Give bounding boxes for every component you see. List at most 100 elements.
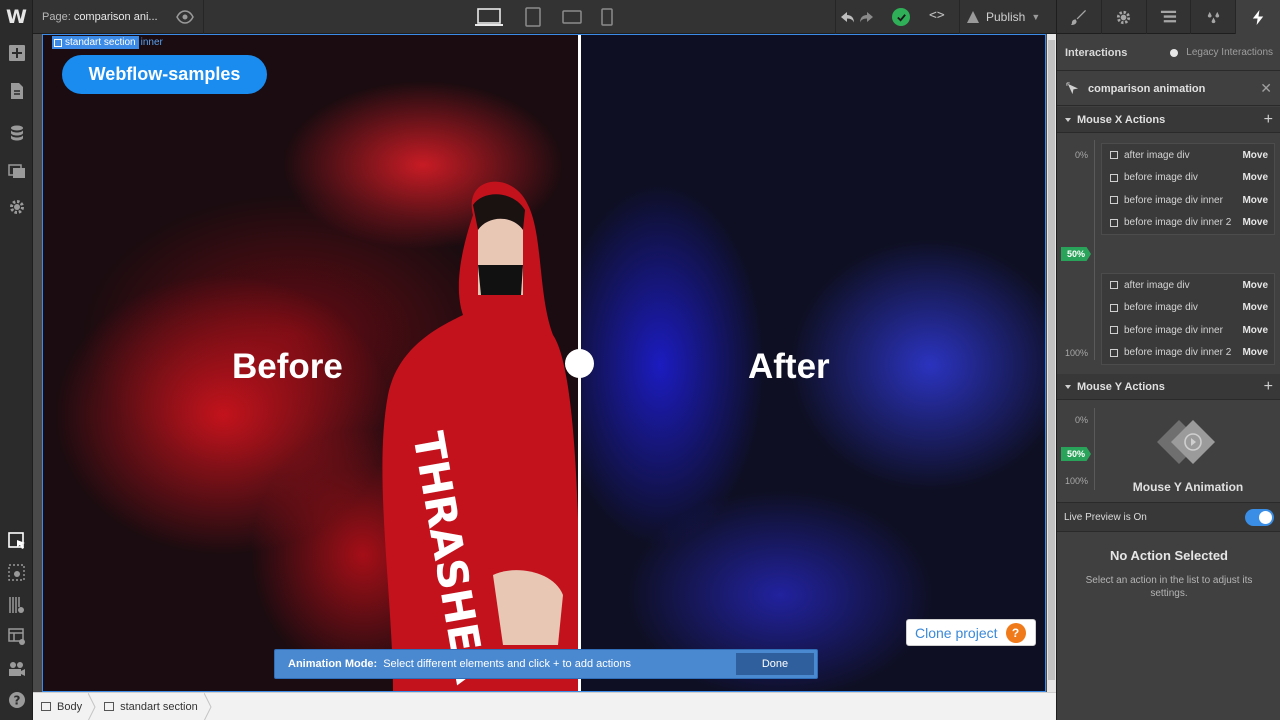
canvas-scrollbar-thumb[interactable] — [1048, 40, 1055, 680]
section-element-icon — [104, 702, 115, 711]
list-item[interactable]: before image div Move — [1102, 167, 1274, 190]
top-toolbar: Page: comparison ani... <> Publish ▼ — [33, 0, 1056, 34]
live-preview-label: Live Preview is On — [1064, 511, 1147, 523]
add-panel-icon[interactable] — [6, 42, 27, 63]
action-type: Move — [1242, 302, 1268, 314]
list-item[interactable]: before image div inner 2 Move — [1102, 342, 1274, 365]
after-label: After — [748, 347, 830, 386]
mobile-portrait-breakpoint-icon[interactable] — [599, 6, 615, 28]
animation-mode-bar: Animation Mode: Select different element… — [274, 649, 818, 679]
action-target: after image div — [1124, 149, 1190, 161]
cms-database-icon[interactable] — [6, 122, 27, 143]
list-item[interactable]: before image div inner 2 Move — [1102, 212, 1274, 235]
breadcrumb-item[interactable]: Body — [33, 692, 96, 720]
legacy-interactions-label: Legacy Interactions — [1186, 47, 1273, 58]
right-panel: Interactions Legacy Interactions compari… — [1056, 0, 1280, 720]
assets-icon[interactable] — [6, 160, 27, 181]
site-status-check-icon[interactable] — [892, 8, 910, 26]
selected-element-name: standart section — [65, 37, 136, 48]
selected-element-label: standart section inner — [52, 36, 163, 49]
interactions-header: Interactions Legacy Interactions — [1057, 35, 1280, 71]
close-icon[interactable]: ✕ — [1260, 80, 1272, 97]
divider — [959, 0, 960, 34]
timeline-100-label: 100% — [1064, 476, 1088, 486]
divider — [203, 0, 204, 34]
settings-gear-icon[interactable] — [6, 196, 27, 217]
mouse-x-actions-header[interactable]: Mouse X Actions + — [1057, 107, 1280, 133]
live-preview-row: Live Preview is On — [1057, 502, 1280, 532]
undo-redo-icon[interactable] — [839, 9, 875, 25]
clone-project-label: Clone project — [915, 624, 998, 641]
timeline-50-badge[interactable]: 50% — [1061, 247, 1091, 261]
action-type: Move — [1242, 347, 1268, 359]
element-box-icon — [1110, 303, 1118, 312]
timeline-50-badge[interactable]: 50% — [1061, 447, 1091, 461]
help-icon[interactable]: ? — [6, 689, 27, 710]
mobile-landscape-breakpoint-icon[interactable] — [560, 6, 584, 28]
done-button[interactable]: Done — [736, 653, 814, 675]
breadcrumb-label: standart section — [120, 700, 198, 713]
trigger-name: comparison animation — [1088, 82, 1206, 95]
add-action-plus-icon[interactable]: + — [1264, 378, 1273, 396]
element-box-icon — [1110, 281, 1118, 290]
style-brush-icon[interactable] — [1057, 0, 1102, 34]
list-item[interactable]: before image div inner Move — [1102, 319, 1274, 342]
list-item[interactable]: after image div Move — [1102, 274, 1274, 297]
action-target: before image div inner 2 — [1124, 217, 1232, 229]
publish-icon — [967, 11, 979, 23]
list-item[interactable]: before image div Move — [1102, 297, 1274, 320]
list-item[interactable]: before image div inner Move — [1102, 189, 1274, 212]
mouse-x-timeline — [1094, 140, 1095, 360]
legacy-interactions-toggle[interactable]: Legacy Interactions — [1170, 47, 1273, 58]
no-action-description: Select an action in the list to adjust i… — [1085, 575, 1253, 599]
mouse-y-animation-title: Mouse Y Animation — [1132, 480, 1244, 494]
preview-eye-icon[interactable] — [176, 8, 194, 26]
element-box-icon — [1110, 151, 1118, 160]
preview-select-icon[interactable] — [6, 562, 27, 583]
webflow-samples-badge[interactable]: Webflow-samples — [62, 55, 267, 94]
interactions-lightning-icon[interactable] — [1236, 0, 1280, 34]
mouse-y-actions-header[interactable]: Mouse Y Actions + — [1057, 374, 1280, 400]
webflow-designer: W ? Page: comparison ani... <> Publish ▼… — [0, 0, 1280, 720]
standart-section[interactable]: THRASHER THRASHER Before After Webflow-s… — [42, 34, 1046, 692]
grid-overlay-icon[interactable] — [6, 594, 27, 615]
live-preview-toggle[interactable] — [1245, 508, 1274, 526]
svg-text:?: ? — [13, 693, 20, 707]
interaction-trigger[interactable]: comparison animation ✕ — [1057, 72, 1280, 106]
selector-tool-icon[interactable] — [6, 530, 27, 551]
mouse-y-timeline — [1094, 408, 1095, 490]
breadcrumb-item[interactable]: standart section — [96, 692, 212, 720]
webflow-logo[interactable]: W — [0, 0, 33, 34]
export-code-icon[interactable]: <> — [929, 8, 951, 26]
action-target: before image div inner 2 — [1124, 347, 1232, 359]
action-target: after image div — [1124, 279, 1190, 291]
element-box-icon — [1110, 196, 1118, 205]
list-item[interactable]: after image div Move — [1102, 144, 1274, 167]
desktop-breakpoint-icon[interactable] — [473, 6, 505, 28]
add-action-plus-icon[interactable]: + — [1264, 111, 1273, 129]
canvas-scrollbar[interactable] — [1047, 34, 1056, 692]
mouse-y-title: Mouse Y Actions — [1077, 380, 1165, 393]
no-action-title: No Action Selected — [1110, 548, 1228, 563]
tablet-breakpoint-icon[interactable] — [522, 6, 544, 28]
element-box-icon — [1110, 173, 1118, 182]
video-tutorials-icon[interactable] — [6, 658, 27, 679]
navigator-icon[interactable] — [1147, 0, 1192, 34]
element-settings-gear-icon[interactable] — [1102, 0, 1147, 34]
comparison-handle[interactable] — [565, 349, 594, 378]
style-manager-drops-icon[interactable] — [1191, 0, 1237, 34]
timeline-0-label: 0% — [1074, 150, 1088, 160]
publish-button[interactable]: Publish ▼ — [966, 8, 1040, 26]
layout-preview-icon[interactable] — [6, 626, 27, 647]
mouse-x-title: Mouse X Actions — [1077, 113, 1166, 126]
before-person-figure: THRASHER — [382, 181, 580, 691]
pages-icon[interactable] — [6, 80, 27, 101]
action-target: before image div inner — [1124, 194, 1223, 206]
action-type: Move — [1242, 194, 1268, 206]
action-type: Move — [1242, 217, 1268, 229]
help-question-icon[interactable]: ? — [1005, 622, 1026, 643]
clone-project-button[interactable]: Clone project ? — [906, 619, 1036, 646]
page-selector[interactable]: Page: comparison ani... — [42, 11, 158, 23]
timeline-0-label: 0% — [1074, 415, 1088, 425]
element-box-icon — [1110, 326, 1118, 335]
